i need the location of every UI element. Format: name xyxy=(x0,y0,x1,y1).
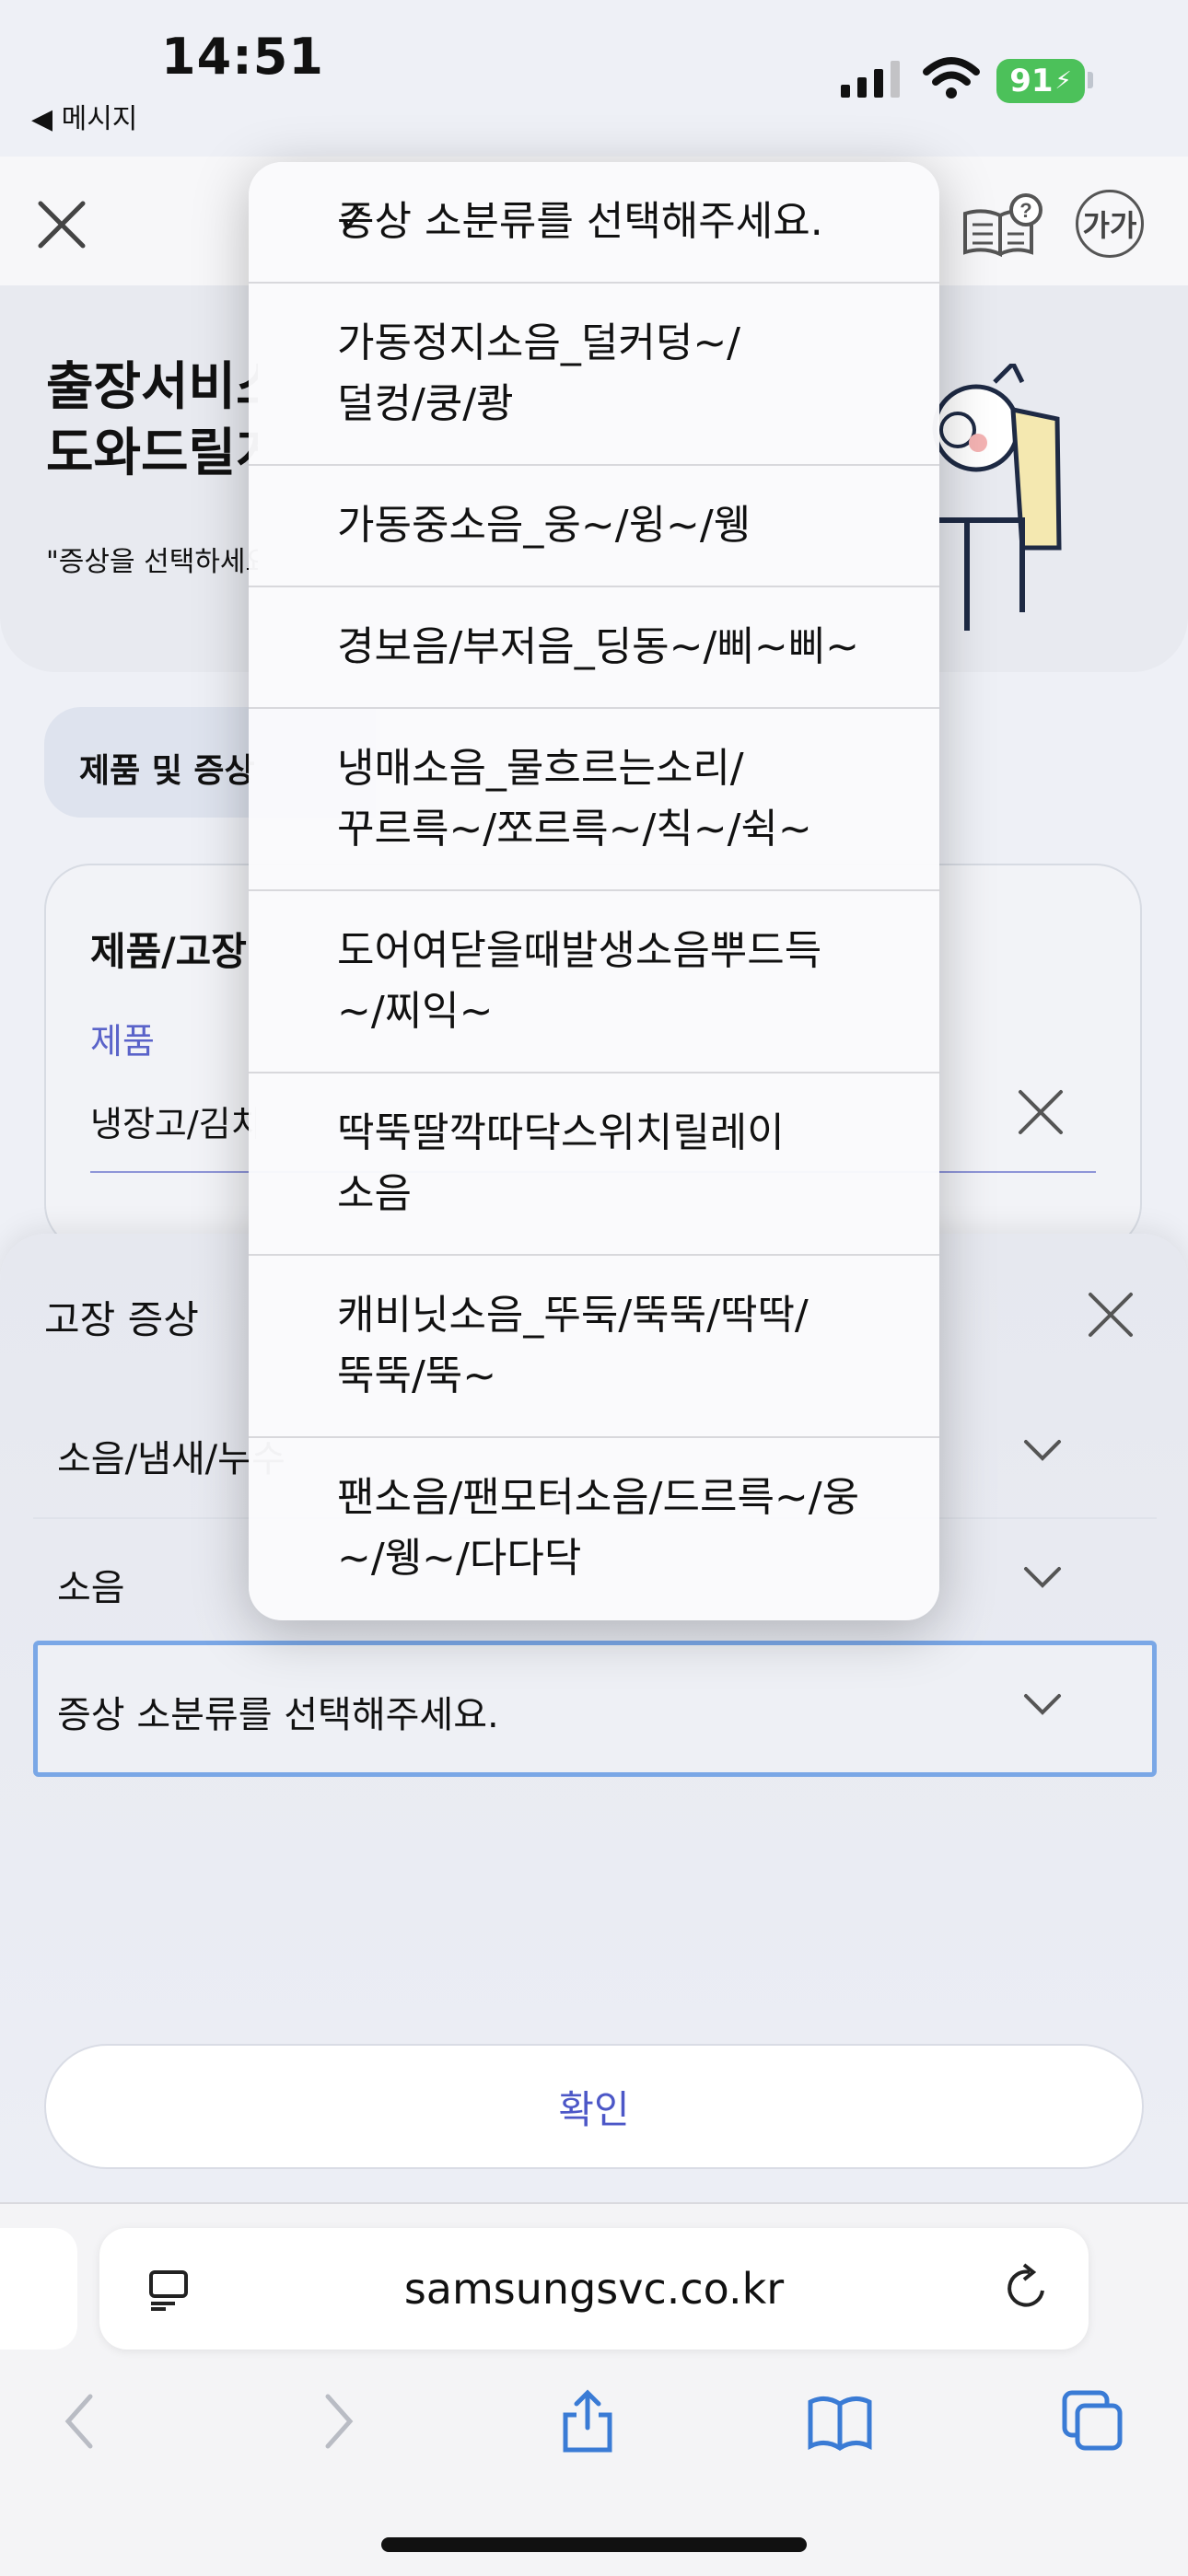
previous-tab-preview[interactable] xyxy=(0,2228,77,2350)
product-card-title: 제품/고장 xyxy=(90,929,247,974)
menu-option-label: 가동중소음_웅~/윙~/웽 xyxy=(337,502,751,549)
symptom-subcategory-value: 소음 xyxy=(57,1567,125,1609)
menu-option-label: 경보음/부저음_딩동~/삐~삐~ xyxy=(337,623,860,670)
guide-book-icon[interactable]: ? xyxy=(961,193,1044,260)
product-field-value[interactable]: 냉장고/김치냉장고 xyxy=(90,1096,256,1146)
home-indicator xyxy=(381,2537,807,2552)
menu-option-label: 가동정지소음_덜커덩~/ 덜컹/쿵/쾅 xyxy=(337,319,741,427)
symptom-dropdown-menu: ✓ 증상 소분류를 선택해주세요. 가동정지소음_덜커덩~/ 덜컹/쿵/쾅 가동… xyxy=(249,162,939,1620)
chevron-down-icon xyxy=(1024,1440,1061,1461)
back-icon[interactable] xyxy=(61,2389,98,2454)
svg-text:?: ? xyxy=(1019,199,1031,222)
battery-cap xyxy=(1088,72,1093,88)
menu-option[interactable]: 가동중소음_웅~/윙~/웽 xyxy=(249,466,939,587)
menu-option[interactable]: 캐비닛소음_뚜둑/뚝뚝/딱딱/ 뚝뚝/뚝~ xyxy=(249,1256,939,1438)
menu-option[interactable]: 가동정지소음_덜커덩~/ 덜컹/쿵/쾅 xyxy=(249,284,939,466)
battery-indicator: 91 ⚡ xyxy=(996,59,1085,103)
battery-level: 91 xyxy=(1009,63,1054,99)
cellular-signal-icon xyxy=(841,61,900,98)
confirm-button[interactable]: 확인 xyxy=(44,2044,1144,2169)
close-icon[interactable] xyxy=(35,198,88,251)
reload-icon[interactable] xyxy=(1002,2263,1052,2313)
chevron-down-icon xyxy=(1024,1567,1061,1588)
forward-icon[interactable] xyxy=(320,2389,357,2454)
menu-option[interactable]: 딱뚝딸깍따닥스위치릴레이 소음 xyxy=(249,1073,939,1256)
tabs-icon[interactable] xyxy=(1061,2389,1125,2454)
symptom-detail-value: 증상 소분류를 선택해주세요. xyxy=(57,1694,499,1736)
menu-option[interactable]: 냉매소음_물흐르는소리/ 꾸르륵~/쪼르륵~/칙~/쉭~ xyxy=(249,709,939,891)
wifi-icon xyxy=(923,57,980,99)
hero-title: 출장서비스 도와드릴게요 xyxy=(46,357,258,483)
bookmarks-icon[interactable] xyxy=(807,2389,873,2454)
menu-option-label: 냉매소음_물흐르는소리/ 꾸르륵~/쪼르륵~/칙~/쉭~ xyxy=(337,745,812,853)
menu-option[interactable]: 경보음/부저음_딩동~/삐~삐~ xyxy=(249,587,939,709)
menu-option-label: 딱뚝딸깍따닥스위치릴레이 소음 xyxy=(337,1109,785,1217)
engineer-illustration xyxy=(932,364,1062,631)
close-icon[interactable] xyxy=(1083,1287,1138,1342)
font-size-label: 가가 xyxy=(1082,208,1137,243)
menu-option-label: 캐비닛소음_뚜둑/뚝뚝/딱딱/ 뚝뚝/뚝~ xyxy=(337,1292,809,1399)
menu-option-selected[interactable]: ✓ 증상 소분류를 선택해주세요. xyxy=(249,162,939,284)
page-menu-icon[interactable] xyxy=(147,2269,190,2311)
chevron-down-icon xyxy=(1024,1694,1061,1715)
font-size-button[interactable]: 가가 xyxy=(1076,190,1144,258)
sheet-title: 고장 증상 xyxy=(44,1297,199,1342)
menu-option-label: 팬소음/팬모터소음/드르륵~/웅 ~/웽~/다다닥 xyxy=(337,1474,860,1582)
menu-option[interactable]: 팬소음/팬모터소음/드르륵~/웅 ~/웽~/다다닥 xyxy=(249,1438,939,1620)
menu-option[interactable]: 도어여닫을때발생소음뿌드득 ~/찌익~ xyxy=(249,891,939,1073)
address-url[interactable]: samsungsvc.co.kr xyxy=(99,2228,1089,2350)
status-time: 14:51 xyxy=(161,28,324,86)
back-to-app-link[interactable]: ◀ 메시지 xyxy=(31,96,137,136)
product-field-label: 제품 xyxy=(90,1021,155,1062)
tab-product-symptom-label: 제품 및 증상 xyxy=(79,752,255,790)
menu-option-label: 증상 소분류를 선택해주세요. xyxy=(337,198,823,245)
share-icon[interactable] xyxy=(560,2389,615,2454)
clear-icon[interactable] xyxy=(1015,1086,1066,1138)
hero-subtitle: "증상을 선택하세요" xyxy=(46,546,258,578)
menu-option-label: 도어여닫을때발생소음뿌드득 ~/찌익~ xyxy=(337,927,822,1035)
